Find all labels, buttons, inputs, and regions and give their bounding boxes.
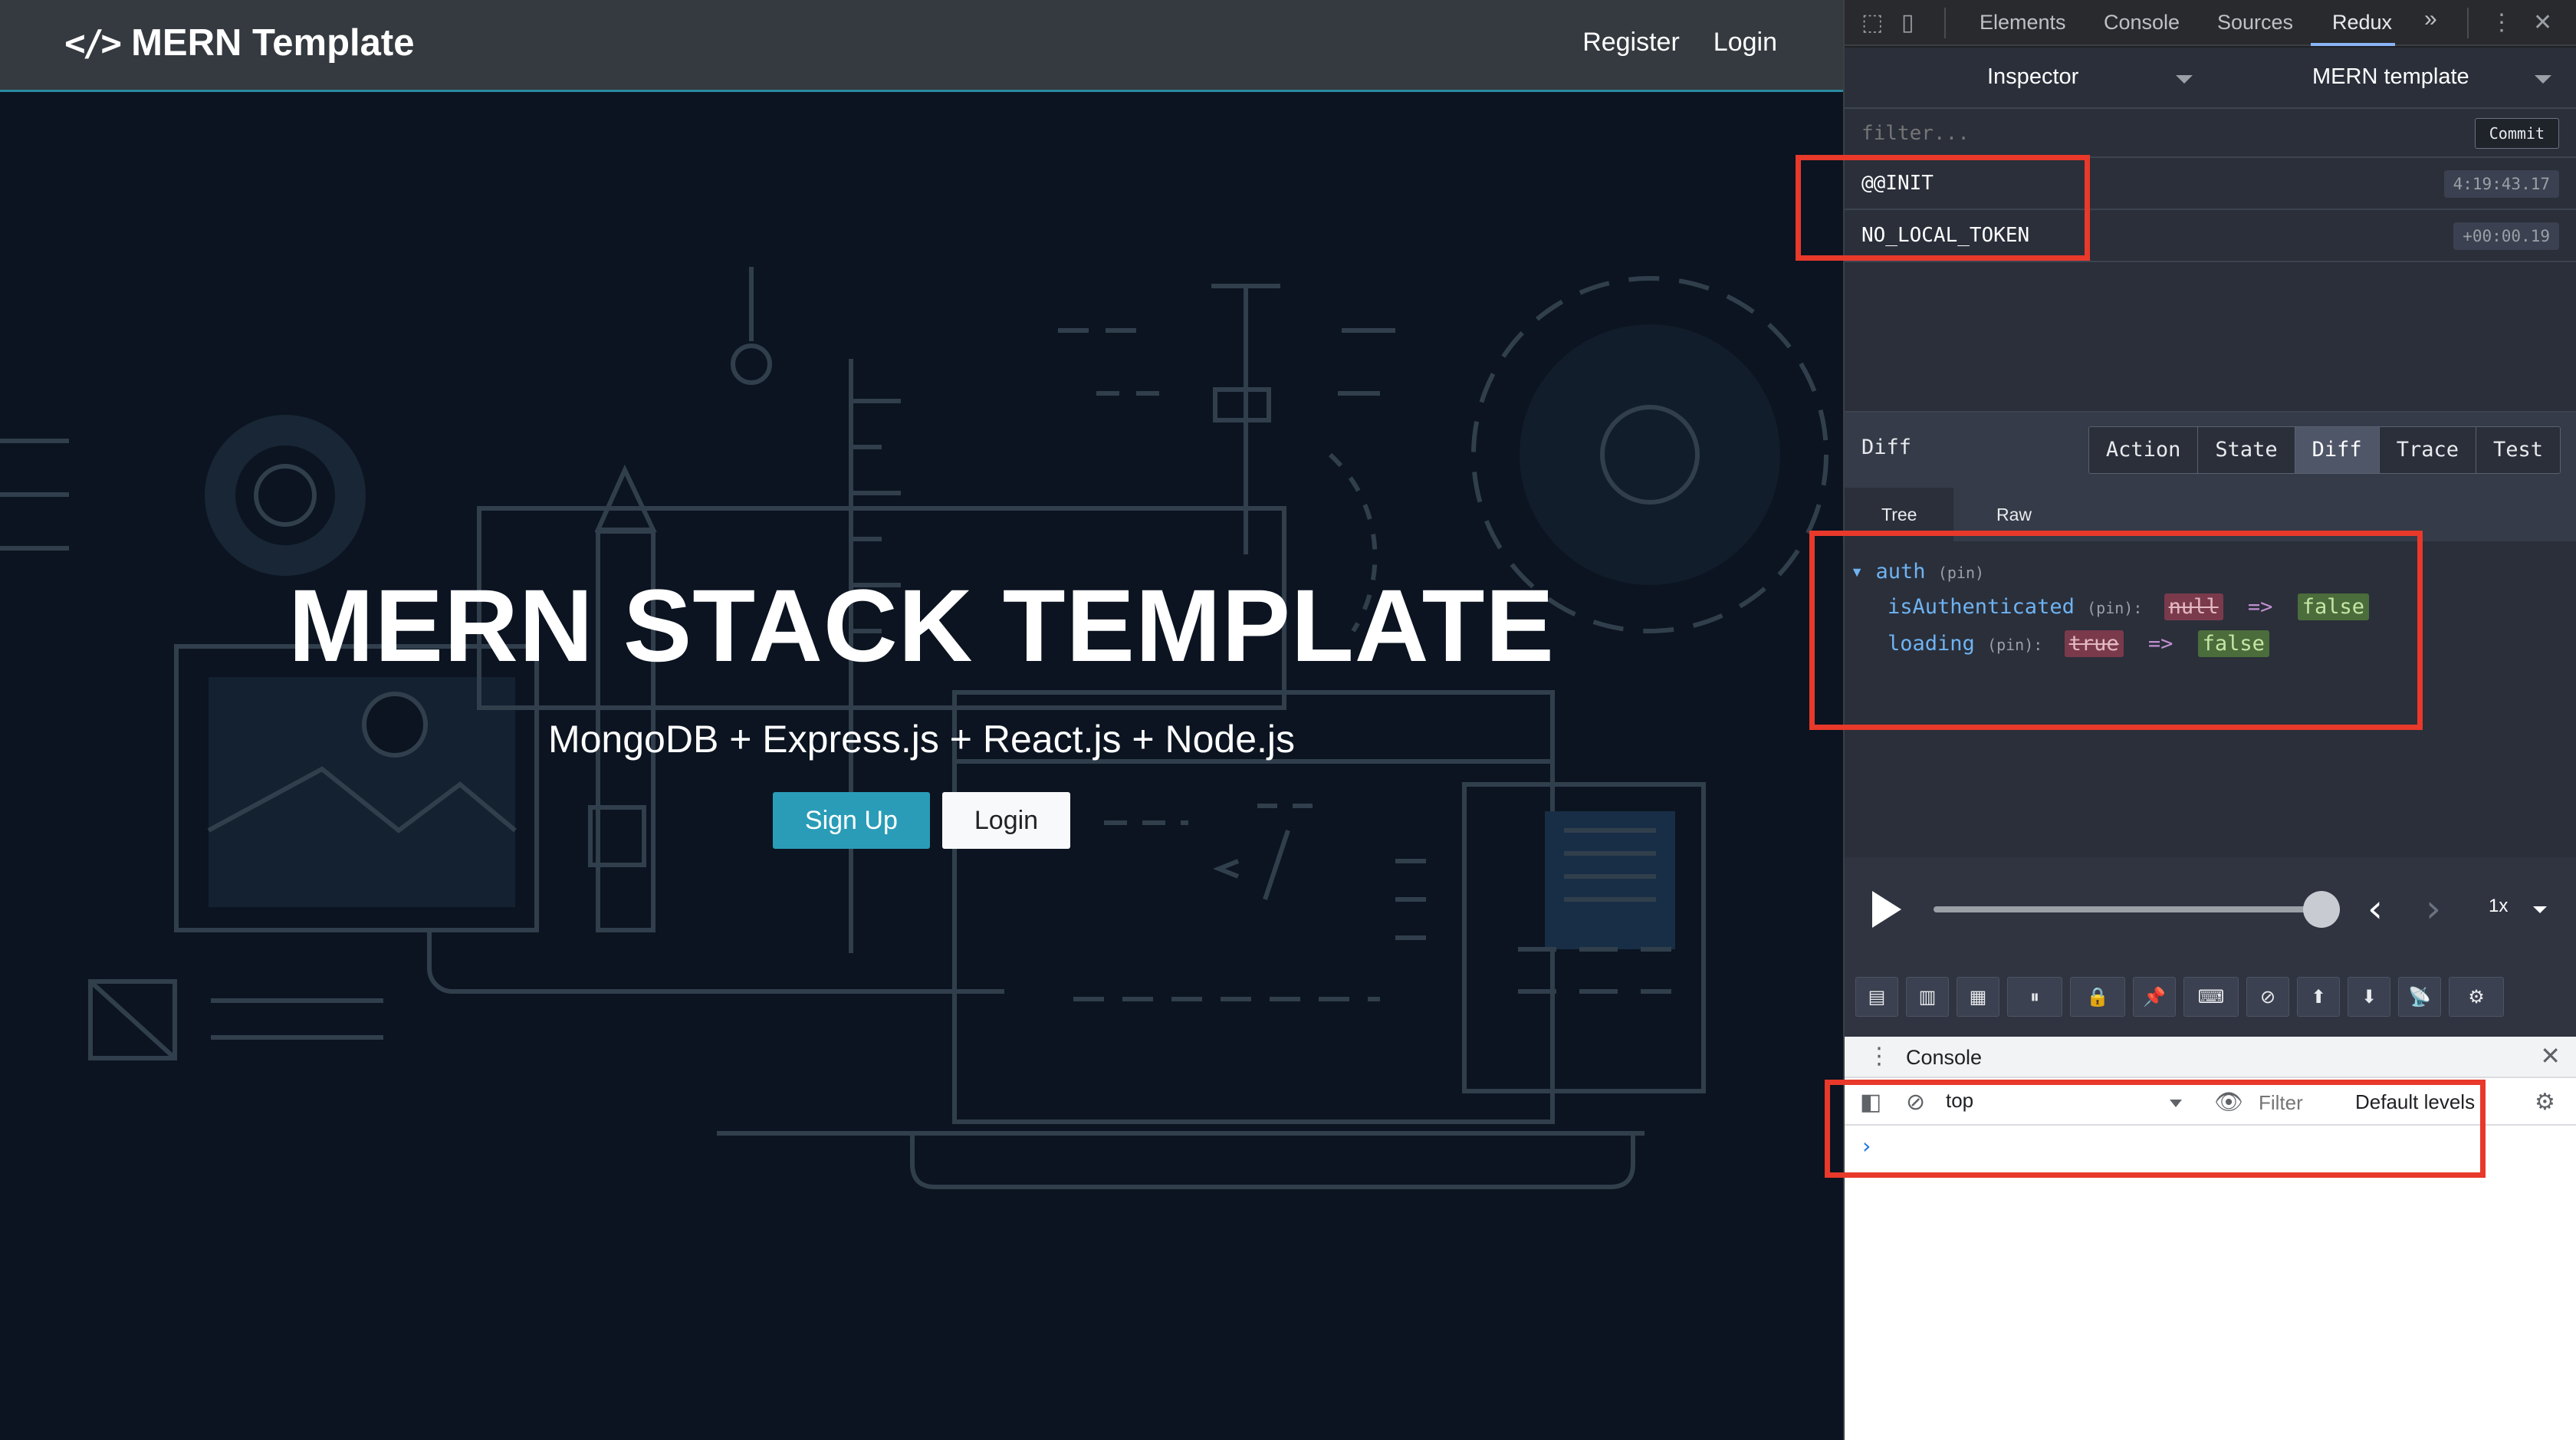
toolbar-divider: [2467, 8, 2469, 38]
hero-subtitle: MongoDB + Express.js + React.js + Node.j…: [547, 718, 1296, 761]
monitor-tabs: Action State Diff Trace Test: [2088, 426, 2561, 474]
tab-trace[interactable]: Trace: [2378, 427, 2476, 473]
redux-header: Inspector MERN template: [1845, 48, 2576, 109]
commit-button[interactable]: Commit: [2474, 118, 2559, 149]
chart-monitor-icon[interactable]: ▦: [1957, 977, 1999, 1017]
tab-redux[interactable]: Redux: [2332, 11, 2392, 35]
close-devtools-icon[interactable]: ✕: [2533, 9, 2552, 37]
dispatcher-icon[interactable]: ⌨: [2183, 977, 2239, 1017]
drawer-menu-icon[interactable]: ⋮: [1868, 1043, 1891, 1070]
timeline-slider[interactable]: [1934, 906, 2317, 912]
lock-changes-icon[interactable]: 🔒: [2070, 977, 2125, 1017]
devtools-panel: ⬚ ▯ Elements Console Sources Redux » ⋮ ✕…: [1796, 0, 2576, 1440]
close-drawer-icon[interactable]: ✕: [2540, 1041, 2561, 1070]
tab-test[interactable]: Test: [2475, 427, 2560, 473]
navbar: </> MERN Template Register Login: [0, 0, 1843, 92]
brand-link[interactable]: </> MERN Template: [64, 21, 414, 64]
console-drawer-header: ⋮ Console ✕: [1845, 1037, 2576, 1078]
hero-buttons: Sign Up Login: [0, 792, 1843, 849]
chevron-down-icon[interactable]: [2535, 75, 2551, 84]
pause-recording-icon[interactable]: ⏸: [2007, 977, 2062, 1017]
register-link[interactable]: Register: [1582, 28, 1680, 58]
hero-section: MERN STACK TEMPLATE MongoDB + Express.js…: [0, 567, 1843, 849]
annotation-highlight-diff: [1809, 531, 2423, 730]
kebab-menu-icon[interactable]: ⋮: [2490, 9, 2513, 37]
export-icon[interactable]: ⬆: [2297, 977, 2340, 1017]
brand-title: MERN Template: [131, 22, 415, 64]
play-icon[interactable]: [1872, 891, 1901, 928]
chevron-down-icon[interactable]: [2176, 75, 2193, 84]
inspect-element-icon[interactable]: ⬚: [1861, 9, 1883, 37]
tab-console[interactable]: Console: [2104, 11, 2180, 35]
action-timestamp: +00:00.19: [2453, 222, 2559, 250]
persist-icon[interactable]: 📌: [2133, 977, 2176, 1017]
hero-title: MERN STACK TEMPLATE: [288, 569, 1555, 683]
tab-sources[interactable]: Sources: [2217, 11, 2293, 35]
redux-bottom-buttons: ▤ ▥ ▦ ⏸ 🔒 📌 ⌨ ⊘ ⬆ ⬇ 📡 ⚙: [1845, 957, 2576, 1037]
hero-login-button[interactable]: Login: [941, 792, 1071, 849]
next-action-icon[interactable]: ›: [2426, 886, 2441, 931]
remote-icon[interactable]: 📡: [2398, 977, 2441, 1017]
annotation-highlight-console: [1825, 1080, 2486, 1178]
monitor-tab-bar: Diff Action State Diff Trace Test: [1845, 411, 2576, 488]
settings-gear-icon[interactable]: ⚙: [2449, 977, 2504, 1017]
speed-select[interactable]: 1x: [2489, 896, 2508, 917]
tab-action[interactable]: Action: [2088, 427, 2198, 473]
tab-diff[interactable]: Diff: [2294, 427, 2379, 473]
annotation-highlight-actions: [1796, 155, 2090, 261]
nav-links: Register Login: [1582, 28, 1777, 58]
previous-action-icon[interactable]: ‹: [2367, 886, 2383, 931]
action-filter-input[interactable]: [1861, 120, 2429, 147]
web-page: </> MERN Template Register Login MERN ST…: [0, 0, 1843, 1440]
toolbar-divider: [1944, 8, 1946, 38]
login-link[interactable]: Login: [1714, 28, 1777, 58]
console-tab[interactable]: Console: [1906, 1046, 1982, 1070]
import-icon[interactable]: ⬇: [2348, 977, 2390, 1017]
inspector-monitor-icon[interactable]: ▥: [1906, 977, 1949, 1017]
sign-up-button[interactable]: Sign Up: [772, 792, 930, 849]
tab-state[interactable]: State: [2197, 427, 2295, 473]
device-toolbar-icon[interactable]: ▯: [1901, 9, 1914, 37]
log-monitor-icon[interactable]: ▤: [1855, 977, 1898, 1017]
inspector-select[interactable]: Inspector: [1987, 64, 2078, 90]
active-tab-indicator: [2311, 43, 2395, 46]
action-filter-row: Commit: [1845, 109, 2576, 158]
more-tabs-icon[interactable]: »: [2424, 6, 2437, 32]
slider-thumb[interactable]: [2303, 891, 2340, 928]
code-icon: </>: [64, 22, 122, 64]
tab-elements[interactable]: Elements: [1980, 11, 2066, 35]
console-settings-gear-icon[interactable]: ⚙: [2535, 1089, 2555, 1116]
slider-toggle-icon[interactable]: ⊘: [2246, 977, 2289, 1017]
devtools-toolbar: ⬚ ▯ Elements Console Sources Redux » ⋮ ✕: [1845, 0, 2576, 46]
instance-select[interactable]: MERN template: [2312, 64, 2469, 90]
action-timestamp: 4:19:43.17: [2443, 170, 2559, 198]
chevron-down-icon[interactable]: [2533, 906, 2547, 913]
monitor-title: Diff: [1861, 436, 1912, 459]
playback-controls: ‹ › 1x: [1845, 857, 2576, 957]
